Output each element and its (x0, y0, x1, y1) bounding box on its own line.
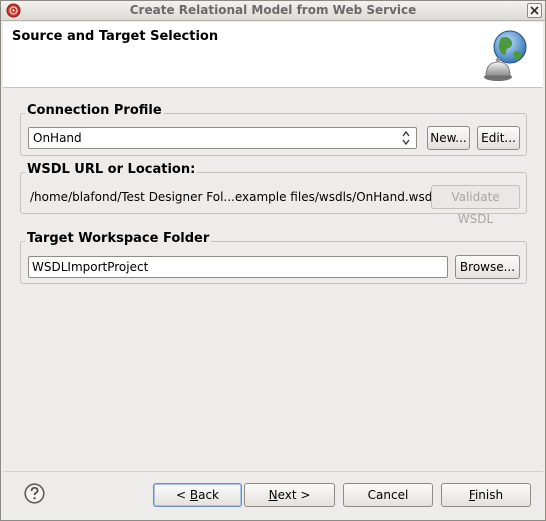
page-title: Source and Target Selection (12, 29, 219, 44)
finish-button[interactable]: Finish (441, 483, 531, 507)
back-label-prefix: < (175, 488, 190, 502)
validate-wsdl-button[interactable]: Validate WSDL (431, 185, 520, 226)
target-folder-field[interactable]: WSDLImportProject (28, 256, 448, 278)
back-label-rest: ack (198, 488, 219, 502)
connection-profile-group: Connection Profile OnHand New... Edit... (20, 103, 527, 156)
finish-label-rest: inish (474, 488, 504, 502)
wsdl-label: WSDL URL or Location: (25, 162, 198, 177)
close-button[interactable] (527, 3, 542, 18)
wsdl-path: /home/blafond/Test Designer Fol...exampl… (30, 190, 436, 204)
edit-profile-button[interactable]: Edit... (477, 126, 520, 150)
next-label-rest: ext > (277, 488, 311, 502)
cancel-button[interactable]: Cancel (343, 483, 433, 507)
connection-profile-combo[interactable]: OnHand (28, 127, 417, 149)
window-title: Create Relational Model from Web Service (129, 3, 417, 17)
footer-separator (3, 471, 543, 472)
wizard-banner: Source and Target Selection (3, 22, 543, 88)
back-button[interactable]: < Back (153, 483, 242, 507)
back-mnemonic: B (189, 488, 199, 502)
new-profile-button[interactable]: New... (427, 126, 470, 150)
wsdl-group: WSDL URL or Location: /home/blafond/Test… (20, 162, 527, 226)
browse-button[interactable]: Browse... (455, 255, 520, 279)
target-folder-group: Target Workspace Folder WSDLImportProjec… (20, 231, 527, 284)
title-bar[interactable]: Create Relational Model from Web Service (1, 1, 545, 21)
next-button[interactable]: Next > (244, 483, 335, 507)
close-icon (530, 6, 539, 15)
connection-profile-label: Connection Profile (25, 103, 164, 118)
help-icon[interactable] (24, 483, 45, 504)
connection-profile-value: OnHand (33, 131, 82, 145)
combo-arrows-icon (402, 130, 410, 146)
dialog-window: Create Relational Model from Web Service… (0, 0, 546, 521)
next-mnemonic: N (268, 488, 278, 502)
globe-bell-icon (484, 30, 527, 81)
target-folder-label: Target Workspace Folder (25, 231, 212, 246)
target-folder-value: WSDLImportProject (32, 260, 149, 274)
